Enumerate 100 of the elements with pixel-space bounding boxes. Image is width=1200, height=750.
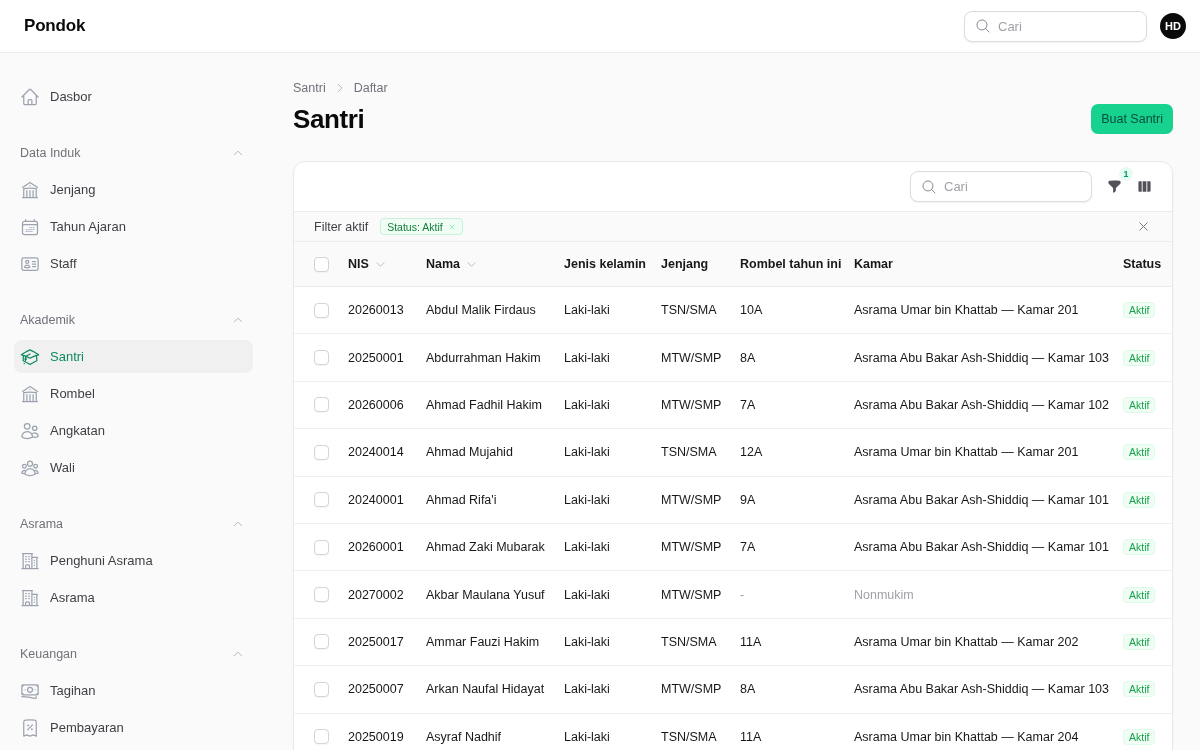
checkbox[interactable] — [314, 729, 329, 745]
status-badge: Aktif — [1123, 491, 1156, 508]
sidebar-item[interactable]: Pembayaran — [14, 711, 253, 744]
sidebar-item[interactable]: Tagihan — [14, 674, 253, 707]
calendar-icon — [20, 216, 40, 237]
status-badge: Aktif — [1123, 349, 1156, 366]
search-field[interactable]: Cari — [964, 10, 1147, 42]
table-cell: 7A — [740, 397, 756, 412]
table-cell: Asrama Abu Bakar Ash-Shiddiq — Kamar 101 — [854, 540, 1109, 555]
column-header: Rombel tahun ini — [740, 257, 842, 271]
sidebar-item[interactable]: Penghuni Asrama — [14, 544, 253, 577]
table-cell: MTW/SMP — [661, 350, 722, 365]
table-cell: 20270002 — [348, 587, 404, 602]
table-cell: Laki-laki — [564, 445, 610, 460]
status-badge: Aktif — [1123, 444, 1156, 461]
table-cell: Asyraf Nadhif — [426, 729, 502, 744]
sidebar-item[interactable]: Asrama — [14, 581, 253, 614]
column-header: Status — [1123, 257, 1162, 271]
column-header: Kamar — [854, 257, 893, 271]
sidebar-item[interactable]: Rombel — [14, 377, 253, 410]
table-cell: Asrama Umar bin Khattab — Kamar 202 — [854, 634, 1079, 649]
table-cell: Laki-laki — [564, 350, 610, 365]
checkbox[interactable] — [314, 539, 329, 555]
table-cell: 11A — [740, 634, 762, 649]
breadcrumb-link[interactable]: Santri — [293, 81, 326, 95]
table-cell: Asrama Abu Bakar Ash-Shiddiq — Kamar 101 — [854, 492, 1109, 507]
sidebar-item[interactable]: Jenjang — [14, 173, 253, 206]
user-avatar[interactable]: HD — [1160, 13, 1186, 39]
sidebar-item[interactable]: Staff — [14, 247, 253, 280]
checkbox[interactable] — [314, 492, 329, 508]
checkbox[interactable] — [314, 444, 329, 460]
table-cell: Akbar Maulana Yusuf — [426, 587, 545, 602]
table-cell: MTW/SMP — [661, 587, 722, 602]
table-cell: MTW/SMP — [661, 397, 722, 412]
close-icon[interactable] — [1136, 219, 1151, 234]
table-cell: Laki-laki — [564, 634, 610, 649]
table-cell: Ahmad Rifa'i — [426, 492, 497, 507]
filter-button[interactable] — [1107, 179, 1122, 194]
checkbox[interactable] — [314, 634, 329, 650]
table-cell: Asrama Abu Bakar Ash-Shiddiq — Kamar 103 — [854, 682, 1109, 697]
status-badge: Aktif — [1123, 586, 1156, 603]
sidebar-group-label: Data Induk — [20, 146, 81, 160]
table-cell: 12A — [740, 445, 763, 460]
column-header[interactable]: NIS — [348, 257, 386, 271]
table-cell: 10A — [740, 303, 763, 318]
table-cell: Laki-laki — [564, 587, 610, 602]
table-cell: Ahmad Mujahid — [426, 445, 513, 460]
sidebar-item[interactable]: Tahun Ajaran — [14, 210, 253, 243]
checkbox[interactable] — [314, 256, 329, 272]
sidebar-group-label: Akademik — [20, 313, 75, 327]
table-cell: Asrama Abu Bakar Ash-Shiddiq — Kamar 102 — [854, 397, 1109, 412]
filter-label: Filter aktif — [314, 219, 369, 234]
table-cell: 9A — [740, 492, 756, 507]
columns-button[interactable] — [1137, 179, 1152, 194]
table-cell: MTW/SMP — [661, 540, 722, 555]
sidebar-item[interactable]: Santri — [14, 340, 253, 373]
table-cell: 11A — [740, 729, 762, 744]
sidebar-item[interactable]: Wali — [14, 451, 253, 484]
table-search-field[interactable]: Cari — [910, 171, 1092, 202]
checkbox[interactable] — [314, 681, 329, 697]
table-cell: TSN/SMA — [661, 445, 717, 460]
table-cell: 20250001 — [348, 350, 404, 365]
filter-chip-label: Status: Aktif — [387, 220, 443, 233]
table-cell: Arkan Naufal Hidayat — [426, 682, 545, 697]
building-icon — [20, 587, 40, 608]
search-icon — [921, 178, 937, 195]
sidebar-item[interactable]: Dasbor — [14, 80, 253, 113]
table-cell: 20260013 — [348, 303, 404, 318]
table-cell: Asrama Umar bin Khattab — Kamar 201 — [854, 303, 1079, 318]
table-cell: Abdul Malik Firdaus — [426, 303, 536, 318]
users-icon — [20, 420, 40, 441]
breadcrumb-link[interactable]: Daftar — [353, 81, 388, 95]
table-cell: Ammar Fauzi Hakim — [426, 634, 540, 649]
graduation-cap-icon — [20, 346, 40, 367]
sidebar-group-label: Keuangan — [20, 647, 77, 661]
table-cell: MTW/SMP — [661, 682, 722, 697]
table-cell: Laki-laki — [564, 303, 610, 318]
table-cell: Ahmad Zaki Mubarak — [426, 540, 545, 555]
status-badge: Aktif — [1123, 539, 1156, 556]
sidebar-item[interactable]: Angkatan — [14, 414, 253, 447]
status-badge: Aktif — [1123, 681, 1156, 698]
checkbox[interactable] — [314, 350, 329, 366]
create-button[interactable]: Buat Santri — [1091, 104, 1173, 134]
table-cell: 20250007 — [348, 682, 404, 697]
checkbox[interactable] — [314, 397, 329, 413]
table-cell: 20250017 — [348, 634, 404, 649]
columned-building-icon — [20, 383, 40, 404]
table-cell: 7A — [740, 540, 756, 555]
table-cell: Laki-laki — [564, 682, 610, 697]
column-header[interactable]: Nama — [426, 257, 478, 271]
table-cell: 20260006 — [348, 397, 404, 412]
table-cell: 8A — [740, 682, 756, 697]
checkbox[interactable] — [314, 587, 329, 603]
column-header: Jenjang — [661, 257, 709, 271]
column-header: Jenis kelamin — [564, 257, 646, 271]
page-title: Santri — [293, 104, 366, 134]
table-cell: Asrama Abu Bakar Ash-Shiddiq — Kamar 103 — [854, 350, 1109, 365]
status-badge: Aktif — [1123, 396, 1156, 413]
checkbox[interactable] — [314, 302, 329, 318]
table-cell: Laki-laki — [564, 397, 610, 412]
